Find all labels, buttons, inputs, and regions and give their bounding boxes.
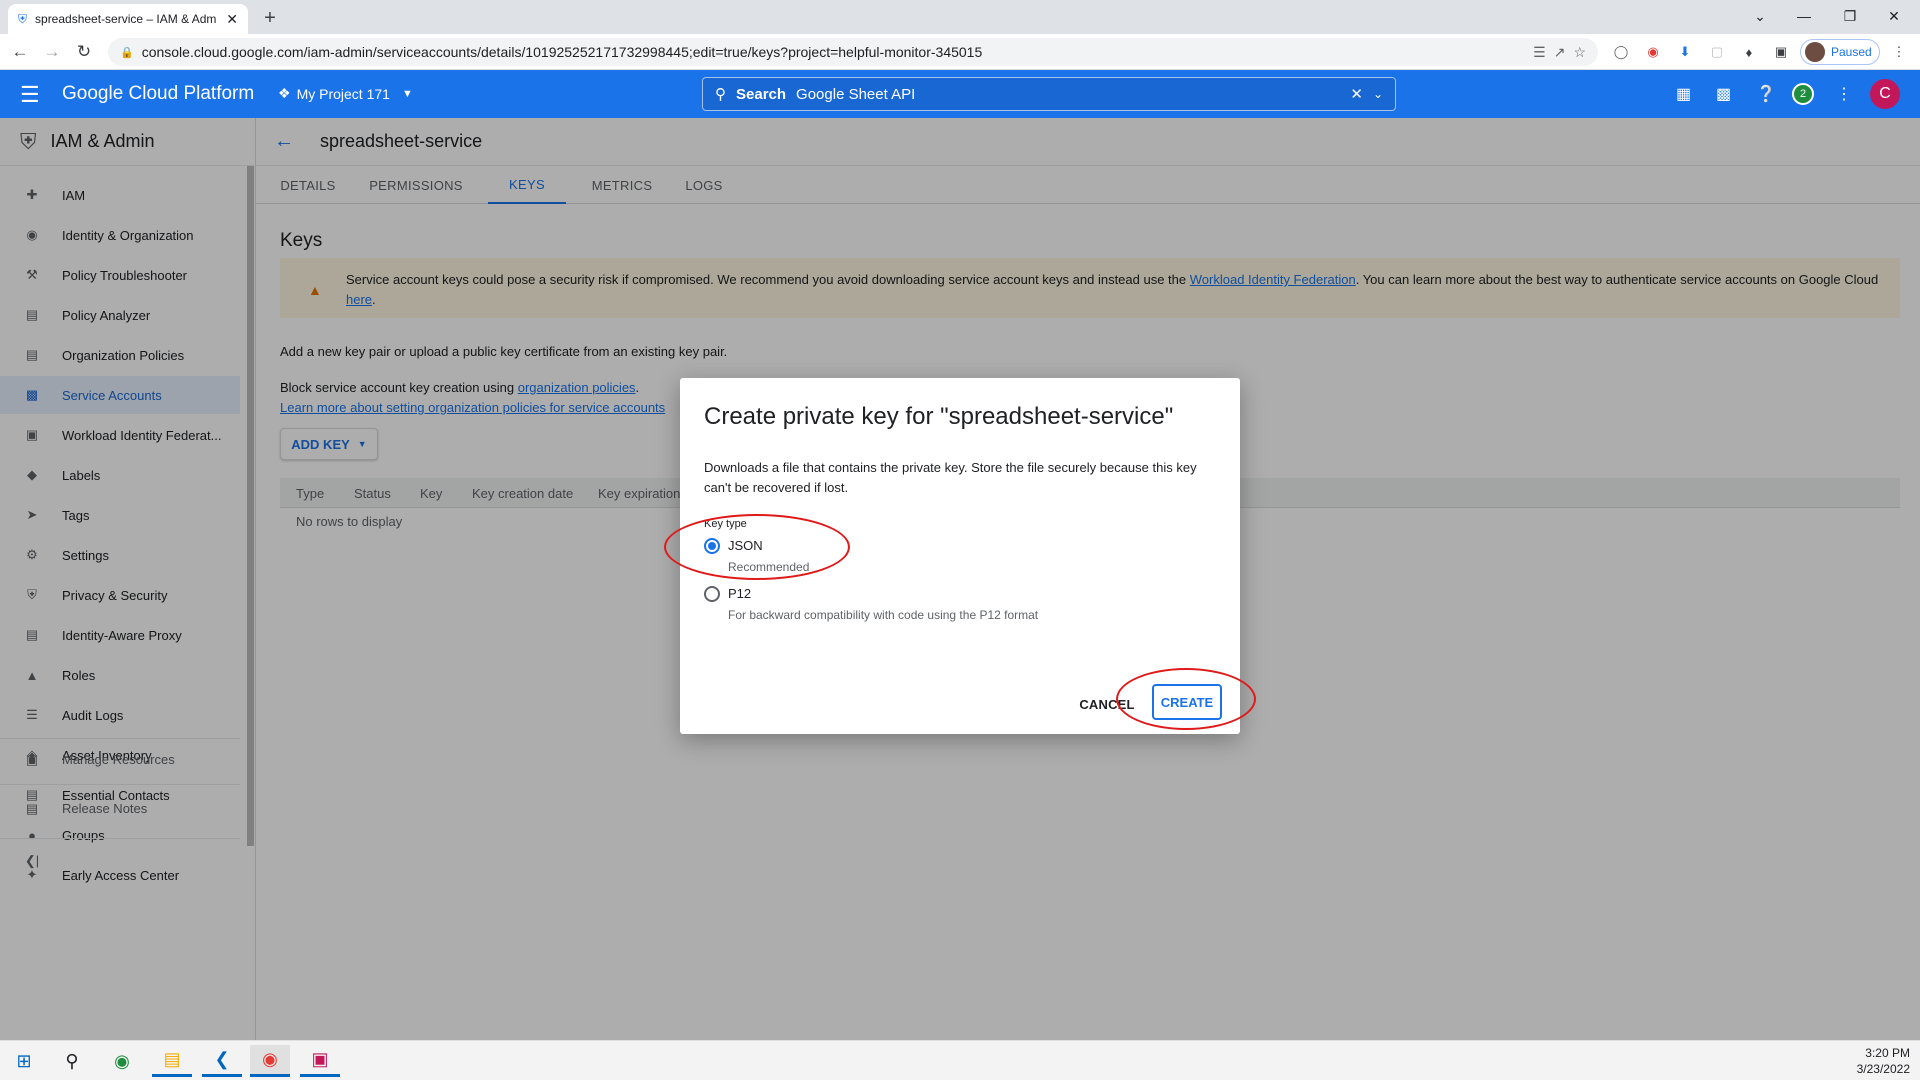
p12-radio[interactable] bbox=[704, 586, 720, 602]
gcp-header: ☰ Google Cloud Platform ❖ My Project 171… bbox=[0, 70, 1920, 118]
extension-color-icon[interactable]: ◉ bbox=[1644, 43, 1662, 61]
p12-sublabel: For backward compatibility with code usi… bbox=[728, 608, 1039, 622]
chrome-active-icon[interactable]: ◉ bbox=[250, 1045, 290, 1077]
bookmark-star-icon[interactable]: ☆ bbox=[1573, 44, 1586, 61]
translate-icon[interactable]: ☰ bbox=[1533, 44, 1546, 61]
search-input[interactable]: Google Sheet API bbox=[796, 86, 1340, 103]
windows-start-icon[interactable]: ⊞ bbox=[4, 1045, 44, 1077]
hamburger-menu-icon[interactable]: ☰ bbox=[20, 82, 40, 108]
browser-tab-strip: ⛨ spreadsheet-service – IAM & Adm ✕ + ⌄ … bbox=[0, 0, 1920, 34]
extension-shield-icon[interactable]: ◯ bbox=[1612, 43, 1630, 61]
new-tab-button[interactable]: + bbox=[258, 6, 282, 30]
account-avatar[interactable]: C bbox=[1870, 79, 1900, 109]
notifications-badge[interactable]: 2 bbox=[1792, 83, 1814, 105]
expand-search-icon[interactable]: ⌄ bbox=[1373, 87, 1383, 101]
gcp-logo-text[interactable]: Google Cloud Platform bbox=[62, 83, 254, 105]
annotation-circle-json bbox=[664, 514, 850, 580]
vscode-icon[interactable]: ❮ bbox=[202, 1045, 242, 1077]
system-clock[interactable]: 3:20 PM 3/23/2022 bbox=[1857, 1045, 1910, 1077]
gift-icon[interactable]: ▦ bbox=[1676, 84, 1691, 104]
url-text: console.cloud.google.com/iam-admin/servi… bbox=[141, 44, 983, 60]
address-bar[interactable]: 🔒 console.cloud.google.com/iam-admin/ser… bbox=[108, 38, 1598, 66]
search-bar[interactable]: ⚲ Search Google Sheet API ✕ ⌄ bbox=[702, 77, 1396, 111]
clear-search-icon[interactable]: ✕ bbox=[1350, 85, 1363, 103]
profile-status: Paused bbox=[1831, 45, 1872, 59]
clock-date: 3/23/2022 bbox=[1856, 1062, 1910, 1076]
profile-button[interactable]: Paused bbox=[1800, 39, 1880, 65]
project-name: My Project 171 bbox=[296, 85, 390, 102]
tab-search-icon[interactable]: ⌄ bbox=[1740, 4, 1780, 28]
project-icon: ❖ bbox=[278, 85, 291, 101]
search-icon: ⚲ bbox=[715, 86, 726, 103]
restore-button[interactable]: ❐ bbox=[1830, 4, 1870, 28]
lock-icon[interactable]: 🔒 bbox=[120, 46, 134, 59]
back-icon[interactable]: ← bbox=[8, 40, 32, 64]
clock-time: 3:20 PM bbox=[1865, 1046, 1910, 1060]
side-panel-icon[interactable]: ▣ bbox=[1772, 43, 1790, 61]
browser-tab[interactable]: ⛨ spreadsheet-service – IAM & Adm ✕ bbox=[8, 4, 248, 34]
minimize-button[interactable]: — bbox=[1784, 4, 1824, 28]
file-explorer-icon[interactable]: ▤ bbox=[152, 1045, 192, 1077]
close-tab-icon[interactable]: ✕ bbox=[226, 11, 238, 28]
reload-icon[interactable]: ↻ bbox=[72, 40, 96, 64]
extension-download-icon[interactable]: ⬇ bbox=[1676, 43, 1694, 61]
project-selector[interactable]: ❖ My Project 171 ▼ bbox=[278, 85, 413, 102]
browser-tab-title: spreadsheet-service – IAM & Adm bbox=[35, 12, 217, 26]
forward-icon[interactable]: → bbox=[40, 40, 64, 64]
chrome-taskbar-icon[interactable]: ◉ bbox=[102, 1045, 142, 1077]
extension-blank-icon[interactable]: ▢ bbox=[1708, 43, 1726, 61]
windows-taskbar: ⊞ ⚲ ◉ ▤ ❮ ◉ ▣ 3:20 PM 3/23/2022 bbox=[0, 1040, 1920, 1080]
search-label: Search bbox=[736, 85, 787, 103]
browser-toolbar: ← → ↻ 🔒 console.cloud.google.com/iam-adm… bbox=[0, 34, 1920, 70]
chevron-down-icon: ▼ bbox=[401, 87, 413, 100]
cloud-shell-icon[interactable]: ▩ bbox=[1716, 84, 1731, 104]
extensions-puzzle-icon[interactable]: ♦ bbox=[1740, 43, 1758, 61]
annotation-circle-create bbox=[1116, 668, 1256, 730]
more-options-icon[interactable]: ⋮ bbox=[1836, 84, 1852, 104]
help-icon[interactable]: ❔ bbox=[1756, 84, 1776, 104]
p12-label[interactable]: P12 bbox=[728, 586, 751, 601]
figma-icon[interactable]: ▣ bbox=[300, 1045, 340, 1077]
close-window-button[interactable]: ✕ bbox=[1874, 4, 1914, 28]
browser-menu-icon[interactable]: ⋮ bbox=[1890, 43, 1908, 61]
dialog-description: Downloads a file that contains the priva… bbox=[704, 460, 1197, 495]
search-taskbar-icon[interactable]: ⚲ bbox=[52, 1045, 92, 1077]
share-icon[interactable]: ↗ bbox=[1554, 44, 1566, 61]
dialog-title: Create private key for "spreadsheet-serv… bbox=[704, 403, 1174, 430]
profile-avatar bbox=[1805, 42, 1825, 62]
shield-favicon-icon: ⛨ bbox=[18, 11, 28, 26]
